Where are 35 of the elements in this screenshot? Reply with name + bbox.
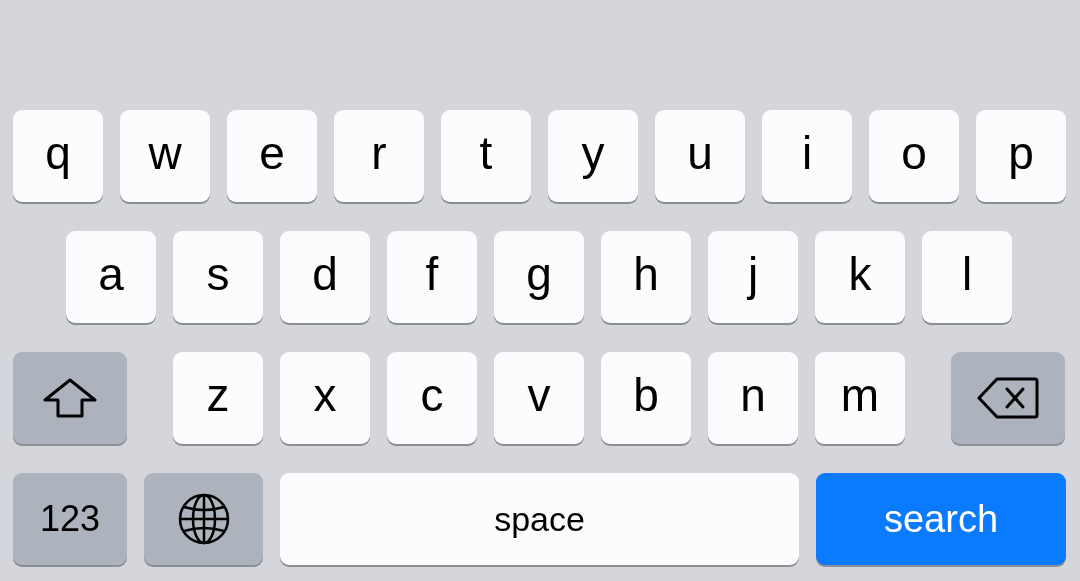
letter-key[interactable]: b bbox=[601, 352, 691, 444]
letter-key[interactable]: c bbox=[387, 352, 477, 444]
letter-key[interactable]: u bbox=[655, 110, 745, 202]
letter-key[interactable]: v bbox=[494, 352, 584, 444]
letter-key[interactable]: j bbox=[708, 231, 798, 323]
letter-key[interactable]: y bbox=[548, 110, 638, 202]
letter-key[interactable]: r bbox=[334, 110, 424, 202]
letter-key[interactable]: h bbox=[601, 231, 691, 323]
shift-key[interactable] bbox=[13, 352, 127, 444]
letter-key[interactable]: m bbox=[815, 352, 905, 444]
backspace-icon bbox=[977, 377, 1039, 419]
letter-key[interactable]: s bbox=[173, 231, 263, 323]
letter-key[interactable]: o bbox=[869, 110, 959, 202]
letter-key[interactable]: l bbox=[922, 231, 1012, 323]
letter-key[interactable]: d bbox=[280, 231, 370, 323]
letter-key[interactable]: g bbox=[494, 231, 584, 323]
letter-key[interactable]: a bbox=[66, 231, 156, 323]
letter-key[interactable]: z bbox=[173, 352, 263, 444]
numbers-key[interactable]: 123 bbox=[13, 473, 127, 565]
letter-key[interactable]: n bbox=[708, 352, 798, 444]
space-bar[interactable]: space bbox=[280, 473, 799, 565]
letter-key[interactable]: p bbox=[976, 110, 1066, 202]
letter-key[interactable]: q bbox=[13, 110, 103, 202]
letter-key[interactable]: f bbox=[387, 231, 477, 323]
letter-key[interactable]: x bbox=[280, 352, 370, 444]
letter-key[interactable]: i bbox=[762, 110, 852, 202]
search-button[interactable]: search bbox=[816, 473, 1066, 565]
globe-icon bbox=[176, 492, 231, 546]
letter-key[interactable]: k bbox=[815, 231, 905, 323]
backspace-key[interactable] bbox=[951, 352, 1065, 444]
letter-key[interactable]: t bbox=[441, 110, 531, 202]
letter-key[interactable]: w bbox=[120, 110, 210, 202]
shift-icon bbox=[43, 378, 97, 418]
globe-key[interactable] bbox=[144, 473, 263, 565]
letter-key[interactable]: e bbox=[227, 110, 317, 202]
